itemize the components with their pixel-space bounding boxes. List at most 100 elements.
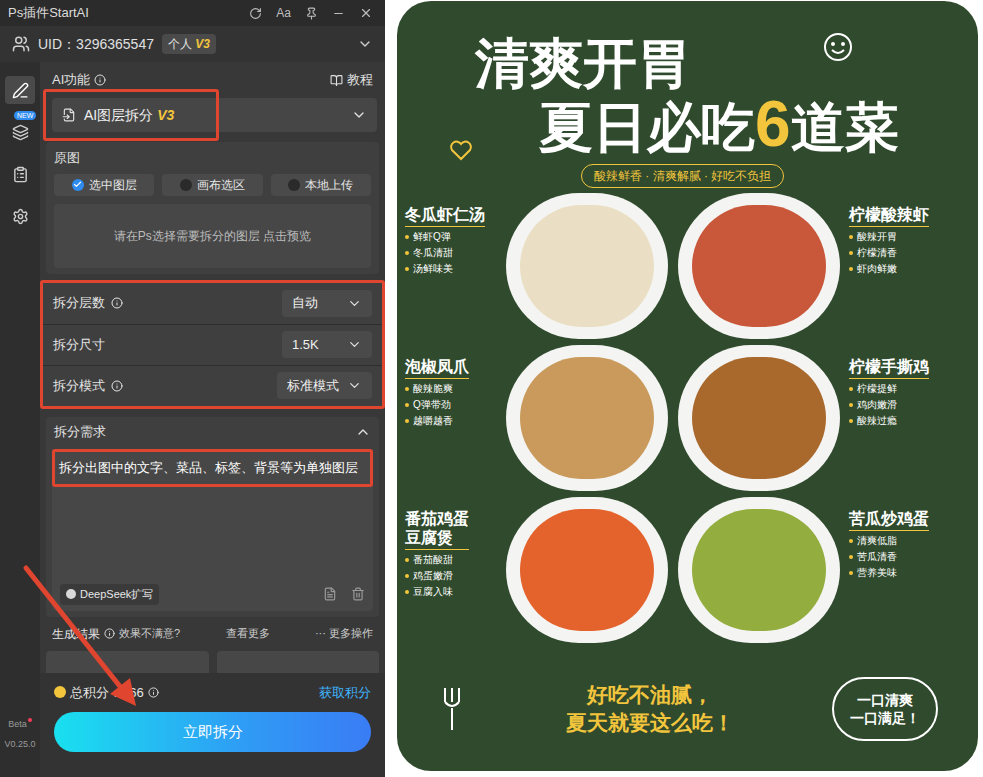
- dish-label: 泡椒凤爪酸辣脆爽Q弹带劲越嚼越香: [397, 357, 501, 427]
- info-icon[interactable]: [111, 297, 123, 309]
- uid: UID：3296365547: [38, 34, 154, 55]
- view-more[interactable]: 查看更多: [226, 625, 270, 642]
- user-row: UID：3296365547 个人 V3: [0, 26, 385, 62]
- dish-photo: [506, 193, 668, 339]
- close-icon[interactable]: [359, 6, 373, 20]
- dish-label: 柠檬手撕鸡柠檬提鲜鸡肉嫩滑酸辣过瘾: [845, 357, 978, 427]
- source-section: 原图选中图层画布选区本地上传请在Ps选择需要拆分的图层 点击预览: [46, 142, 379, 274]
- dish-point: 柠檬清香: [849, 246, 897, 259]
- plan-badge: 个人 V3: [162, 34, 216, 54]
- info-icon[interactable]: [111, 380, 123, 392]
- history-icon[interactable]: [323, 587, 337, 601]
- split-icon: [62, 108, 76, 122]
- rail-item[interactable]: NEW: [5, 118, 35, 146]
- dish-point: 清爽低脂: [849, 534, 897, 547]
- dish-photo: [506, 345, 668, 491]
- function-select[interactable]: AI图层拆分 V3: [52, 98, 377, 132]
- rail-icon: [12, 208, 29, 225]
- chevron-icon: [347, 378, 362, 393]
- tutorial-link[interactable]: 教程: [330, 70, 373, 90]
- setting-select[interactable]: 1.5K: [282, 331, 372, 358]
- info-icon[interactable]: [94, 74, 106, 86]
- dish-label: 苦瓜炒鸡蛋清爽低脂苦瓜清香营养美味: [845, 509, 978, 579]
- poster: 清爽开胃夏日必吃6道菜酸辣鲜香 · 清爽解腻 · 好吃不负担冬瓜虾仁汤鲜虾Q弹冬…: [397, 1, 978, 771]
- highlight-box: [43, 89, 219, 141]
- dish-row: 冬瓜虾仁汤鲜虾Q弹冬瓜清甜汤鲜味美 柠檬酸辣虾酸辣开胃柠檬清香虾肉鲜嫩: [397, 191, 978, 343]
- pin-icon[interactable]: [305, 7, 318, 20]
- deepseek-button[interactable]: DeepSeek扩写: [60, 584, 159, 605]
- dish-point: 鸡蛋嫩滑: [405, 569, 453, 582]
- minimize-icon[interactable]: [332, 7, 345, 20]
- get-points-link[interactable]: 获取积分: [319, 683, 371, 703]
- poster-footer: 好吃不油腻，夏天就要这么吃！ 一口清爽一口满足！: [397, 647, 978, 771]
- setting-select[interactable]: 自动: [282, 290, 372, 317]
- rail-icon: [12, 124, 29, 141]
- setting-select[interactable]: 标准模式: [277, 372, 372, 399]
- info-icon[interactable]: [148, 687, 159, 698]
- setting-row: 拆分层数自动: [43, 283, 382, 324]
- result-slot[interactable]: [217, 651, 380, 673]
- poster-subtitle: 酸辣鲜香 · 清爽解腻 · 好吃不负担: [581, 164, 784, 188]
- dish-name: 柠檬手撕鸡: [849, 357, 929, 379]
- trash-icon[interactable]: [351, 587, 365, 601]
- heart-icon: [449, 139, 473, 161]
- canvas: 清爽开胃夏日必吃6道菜酸辣鲜香 · 清爽解腻 · 好吃不负担冬瓜虾仁汤鲜虾Q弹冬…: [385, 0, 983, 777]
- fork-icon: [437, 684, 467, 734]
- footer: 总积分：466获取积分立即拆分: [40, 673, 385, 777]
- source-option[interactable]: 选中图层: [54, 174, 154, 196]
- main-content: AI功能教程AI图层拆分 V3原图选中图层画布选区本地上传请在Ps选择需要拆分的…: [40, 62, 385, 777]
- dish-name: 苦瓜炒鸡蛋: [849, 509, 929, 531]
- dish-name: 柠檬酸辣虾: [849, 205, 929, 227]
- dish-row: 番茄鸡蛋豆腐煲番茄酸甜鸡蛋嫩滑豆腐入味苦瓜炒鸡蛋清爽低脂苦瓜清香营养美味: [397, 495, 978, 647]
- requirement-section: 拆分需求拆分出图中的文字、菜品、标签、背景等为单独图层DeepSeek扩写: [46, 417, 379, 617]
- dish-photo: [678, 497, 840, 643]
- dish-point: 酸辣脆爽: [405, 382, 453, 395]
- font-button[interactable]: Aa: [276, 4, 291, 22]
- dish-row: 泡椒凤爪酸辣脆爽Q弹带劲越嚼越香柠檬手撕鸡柠檬提鲜鸡肉嫩滑酸辣过瘾: [397, 343, 978, 495]
- rail-item[interactable]: [5, 202, 35, 230]
- dish-point: 酸辣过瘾: [849, 414, 897, 427]
- cloud-badge: 一口清爽一口满足！: [832, 677, 938, 741]
- version: BetaV0.25.0: [4, 718, 35, 777]
- requirement-text: 拆分出图中的文字、菜品、标签、背景等为单独图层: [52, 449, 373, 487]
- dish-label: 冬瓜虾仁汤鲜虾Q弹冬瓜清甜汤鲜味美: [397, 205, 501, 275]
- users-icon: [12, 35, 30, 53]
- dish-point: 苦瓜清香: [849, 550, 897, 563]
- dish-point: 虾肉鲜嫩: [849, 262, 897, 275]
- requirement-textarea[interactable]: 拆分出图中的文字、菜品、标签、背景等为单独图层 DeepSeek扩写: [52, 449, 373, 611]
- smiley-icon: [818, 27, 858, 67]
- settings-group: 拆分层数自动拆分尺寸1.5K拆分模式标准模式: [40, 280, 385, 409]
- info-icon[interactable]: [104, 628, 115, 639]
- more-actions[interactable]: ··· 更多操作: [315, 625, 373, 642]
- dish-photo: [678, 345, 840, 491]
- dish-point: 酸辣开胃: [849, 230, 897, 243]
- refresh-icon[interactable]: [249, 7, 262, 20]
- slogan: 好吃不油腻，夏天就要这么吃！: [566, 681, 734, 738]
- chevron-icon: [351, 107, 367, 123]
- chevron-icon: [347, 296, 362, 311]
- result-slot[interactable]: [46, 651, 209, 673]
- source-option[interactable]: 画布选区: [162, 174, 262, 196]
- plugin-panel: Ps插件StartAIAa UID：3296365547 个人 V3 NEW BetaV…: [0, 0, 385, 777]
- dish-point: 营养美味: [849, 566, 897, 579]
- app: Ps插件StartAIAa UID：3296365547 个人 V3 NEW BetaV…: [0, 0, 983, 777]
- dish-point: 鸡肉嫩滑: [849, 398, 897, 411]
- expand-icon[interactable]: [357, 36, 373, 52]
- source-option[interactable]: 本地上传: [271, 174, 371, 196]
- rail-icon: [12, 166, 29, 183]
- dish-photo: [506, 497, 668, 643]
- dish-point: 越嚼越香: [405, 414, 453, 427]
- collapse-icon[interactable]: [355, 424, 371, 440]
- title-bar: Ps插件StartAIAa: [0, 0, 385, 26]
- split-button[interactable]: 立即拆分: [54, 712, 371, 752]
- results-section: 生成结果效果不满意?查看更多··· 更多操作: [46, 623, 379, 673]
- dish-point: Q弹带劲: [405, 398, 451, 411]
- chevron-icon: [347, 337, 362, 352]
- rail-item[interactable]: [5, 160, 35, 188]
- dish-point: 汤鲜味美: [405, 262, 453, 275]
- dish-name: 番茄鸡蛋豆腐煲: [405, 509, 469, 550]
- rail-item[interactable]: [5, 76, 35, 104]
- setting-row: 拆分模式标准模式: [43, 365, 382, 406]
- dish-point: 柠檬提鲜: [849, 382, 897, 395]
- preview-box[interactable]: 请在Ps选择需要拆分的图层 点击预览: [54, 204, 371, 268]
